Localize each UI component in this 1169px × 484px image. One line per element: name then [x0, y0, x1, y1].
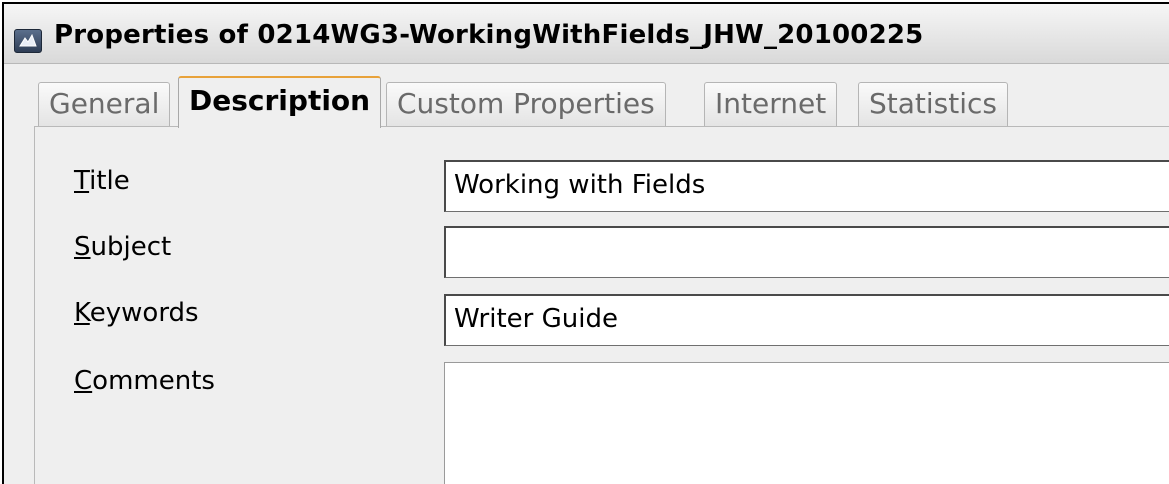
comments-mnemonic: C	[74, 366, 93, 396]
tab-custom-properties[interactable]: Custom Properties	[386, 82, 666, 126]
keywords-field-value: Writer Guide	[454, 304, 618, 334]
title-bar[interactable]: Properties of 0214WG3-WorkingWithFields_…	[4, 4, 1169, 64]
tab-internet-label: Internet	[715, 87, 827, 120]
tab-statistics-label: Statistics	[869, 87, 997, 120]
subject-field[interactable]	[444, 226, 1169, 278]
keywords-field[interactable]: Writer Guide	[444, 294, 1169, 346]
comments-textarea[interactable]	[444, 362, 1169, 484]
document-properties-icon[interactable]	[14, 29, 42, 53]
title-field-value: Working with Fields	[454, 170, 706, 200]
tab-description[interactable]: Description	[178, 76, 382, 128]
keywords-label-text: eywords	[89, 298, 199, 328]
subject-label: Subject	[74, 232, 171, 262]
subject-label-text: ubject	[90, 232, 172, 262]
keywords-mnemonic: K	[74, 298, 90, 328]
comments-label: Comments	[74, 366, 215, 396]
title-field[interactable]: Working with Fields	[444, 160, 1169, 212]
tab-description-label: Description	[189, 84, 371, 117]
title-label-text: itle	[89, 166, 130, 196]
subject-mnemonic: S	[74, 232, 91, 262]
tab-internet[interactable]: Internet	[704, 82, 838, 126]
tab-general-label: General	[49, 87, 160, 120]
comments-label-text: omments	[92, 366, 215, 396]
window-title: Properties of 0214WG3-WorkingWithFields_…	[54, 20, 924, 50]
title-mnemonic: T	[74, 166, 90, 196]
tab-statistics[interactable]: Statistics	[858, 82, 1008, 126]
tab-general[interactable]: General	[38, 82, 171, 126]
title-label: Title	[74, 166, 130, 196]
tab-custom-properties-label: Custom Properties	[397, 87, 655, 120]
keywords-label: Keywords	[74, 298, 199, 328]
properties-dialog: Properties of 0214WG3-WorkingWithFields_…	[2, 2, 1169, 484]
